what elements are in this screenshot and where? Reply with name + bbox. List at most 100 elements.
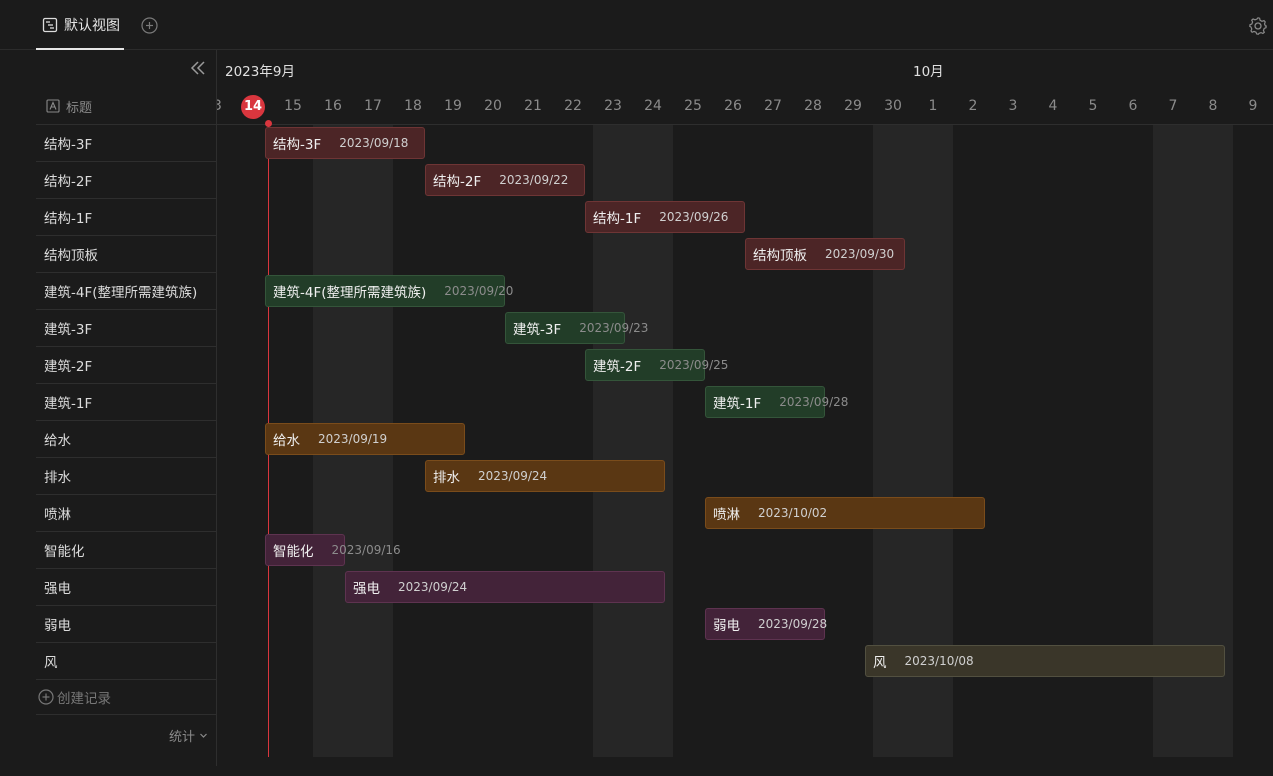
text-field-icon	[46, 99, 60, 113]
top-bar: 默认视图	[0, 0, 1273, 50]
record-row[interactable]: 弱电	[36, 606, 217, 643]
record-row[interactable]: 给水	[36, 421, 217, 458]
add-view-icon[interactable]	[141, 17, 158, 34]
day-label: 18	[404, 98, 422, 114]
task-bar[interactable]: 喷淋 2023/10/02	[705, 497, 985, 529]
day-label: 19	[444, 98, 462, 114]
task-bar[interactable]: 弱电 2023/09/28	[705, 608, 828, 640]
day-label: 3	[1008, 98, 1018, 114]
record-row[interactable]: 喷淋	[36, 495, 217, 532]
record-row[interactable]: 强电	[36, 569, 217, 606]
day-label: 25	[684, 98, 702, 114]
day-label: 20	[484, 98, 502, 114]
task-bar-date: 2023/09/23	[579, 321, 649, 335]
task-bar-date: 2023/09/30	[825, 247, 895, 261]
day-label: 27	[764, 98, 782, 114]
task-bar-date: 2023/09/18	[339, 136, 409, 150]
task-bar-date: 2023/09/28	[758, 617, 828, 631]
record-row[interactable]: 建筑-1F	[36, 384, 217, 421]
record-list: 结构-3F 结构-2F 结构-1F 结构顶板 建筑-4F(整理所需建筑族) 建筑-3F 建筑…	[36, 125, 217, 680]
day-label: 30	[884, 98, 902, 114]
create-record-button[interactable]: 创建记录	[36, 680, 217, 715]
task-bar-name: 排水	[433, 470, 460, 486]
task-bar[interactable]: 结构顶板 2023/09/30	[745, 238, 905, 270]
title-header-label: 标题	[66, 100, 93, 116]
day-label: 8	[1208, 98, 1218, 114]
day-label: 15	[284, 98, 302, 114]
stats-dropdown[interactable]: 统计	[169, 726, 208, 745]
day-label: 16	[324, 98, 342, 114]
task-bar-name: 建筑-2F	[593, 359, 642, 375]
day-label: 28	[804, 98, 822, 114]
task-bar-name: 结构-1F	[593, 211, 642, 227]
tab-default-view[interactable]: 默认视图	[36, 0, 124, 50]
record-row[interactable]: 建筑-4F(整理所需建筑族)	[36, 273, 217, 310]
task-bar-name: 智能化	[273, 544, 314, 560]
record-row[interactable]: 风	[36, 643, 217, 680]
task-bar[interactable]: 给水 2023/09/19	[265, 423, 465, 455]
task-bar[interactable]: 建筑-3F 2023/09/23	[505, 312, 648, 344]
task-bar-date: 2023/10/02	[758, 506, 828, 520]
task-bar[interactable]: 结构-1F 2023/09/26	[585, 201, 745, 233]
task-bar[interactable]: 建筑-2F 2023/09/25	[585, 349, 728, 381]
task-bar-name: 建筑-1F	[713, 396, 762, 412]
task-bar-date: 2023/09/19	[318, 432, 388, 446]
task-bar[interactable]: 建筑-4F(整理所需建筑族) 2023/09/20	[265, 275, 513, 307]
today-badge: 14	[241, 95, 265, 119]
task-bar-name: 建筑-3F	[513, 322, 562, 338]
task-bar[interactable]: 排水 2023/09/24	[425, 460, 665, 492]
task-bar-name: 弱电	[713, 618, 740, 634]
collapse-sidebar-icon[interactable]	[188, 58, 208, 78]
title-column-header[interactable]: 标题	[36, 88, 217, 125]
task-bar-name: 结构顶板	[753, 248, 807, 264]
day-label: 23	[604, 98, 622, 114]
gantt-view-icon	[42, 17, 58, 33]
day-label: 17	[364, 98, 382, 114]
record-row[interactable]: 建筑-2F	[36, 347, 217, 384]
task-bar[interactable]: 结构-3F 2023/09/18	[265, 127, 425, 159]
month-label-sep: 2023年9月	[225, 64, 295, 80]
add-circle-icon	[38, 689, 54, 705]
task-bar-name: 结构-2F	[433, 174, 482, 190]
day-label: 7	[1168, 98, 1178, 114]
record-sidebar: 标题 结构-3F 结构-2F 结构-1F 结构顶板 建筑-4F(整理所需建筑族) 建筑-3…	[36, 50, 217, 766]
task-bar-name: 风	[873, 655, 887, 671]
task-bar-date: 2023/10/08	[904, 654, 974, 668]
task-bar[interactable]: 强电 2023/09/24	[345, 571, 665, 603]
task-bar[interactable]: 建筑-1F 2023/09/28	[705, 386, 848, 418]
day-label: 1	[928, 98, 938, 114]
record-row[interactable]: 结构-1F	[36, 199, 217, 236]
record-row[interactable]: 建筑-3F	[36, 310, 217, 347]
day-label: 9	[1248, 98, 1258, 114]
task-bar-name: 结构-3F	[273, 137, 322, 153]
stats-label: 统计	[168, 730, 195, 745]
tab-label: 默认视图	[64, 18, 120, 34]
task-bar-date: 2023/09/16	[331, 543, 401, 557]
day-label: 5	[1088, 98, 1098, 114]
day-label: 26	[724, 98, 742, 114]
day-header: 1314151617181920212223242526272829301234…	[217, 88, 1273, 125]
task-bar-date: 2023/09/22	[499, 173, 569, 187]
record-row[interactable]: 结构-2F	[36, 162, 217, 199]
day-label: 13	[217, 98, 222, 114]
day-label: 21	[524, 98, 542, 114]
task-bar[interactable]: 风 2023/10/08	[865, 645, 1225, 677]
day-label: 22	[564, 98, 582, 114]
task-bar-date: 2023/09/20	[444, 284, 514, 298]
task-bar[interactable]: 结构-2F 2023/09/22	[425, 164, 585, 196]
task-bar-name: 建筑-4F(整理所需建筑族)	[273, 285, 427, 301]
task-bar-name: 强电	[353, 581, 380, 597]
record-row[interactable]: 排水	[36, 458, 217, 495]
gantt-timeline: 2023年9月 10月 1314151617181920212223242526…	[217, 50, 1273, 757]
record-row[interactable]: 智能化	[36, 532, 217, 569]
record-row[interactable]: 结构顶板	[36, 236, 217, 273]
day-label: 24	[644, 98, 662, 114]
month-label-oct: 10月	[913, 64, 944, 80]
create-record-label: 创建记录	[57, 691, 111, 707]
task-bar-date: 2023/09/24	[478, 469, 548, 483]
today-marker-dot	[265, 120, 272, 127]
task-bar[interactable]: 智能化 2023/09/16	[265, 534, 401, 566]
gear-icon[interactable]	[1248, 16, 1268, 36]
task-bar-date: 2023/09/25	[659, 358, 729, 372]
record-row[interactable]: 结构-3F	[36, 125, 217, 162]
